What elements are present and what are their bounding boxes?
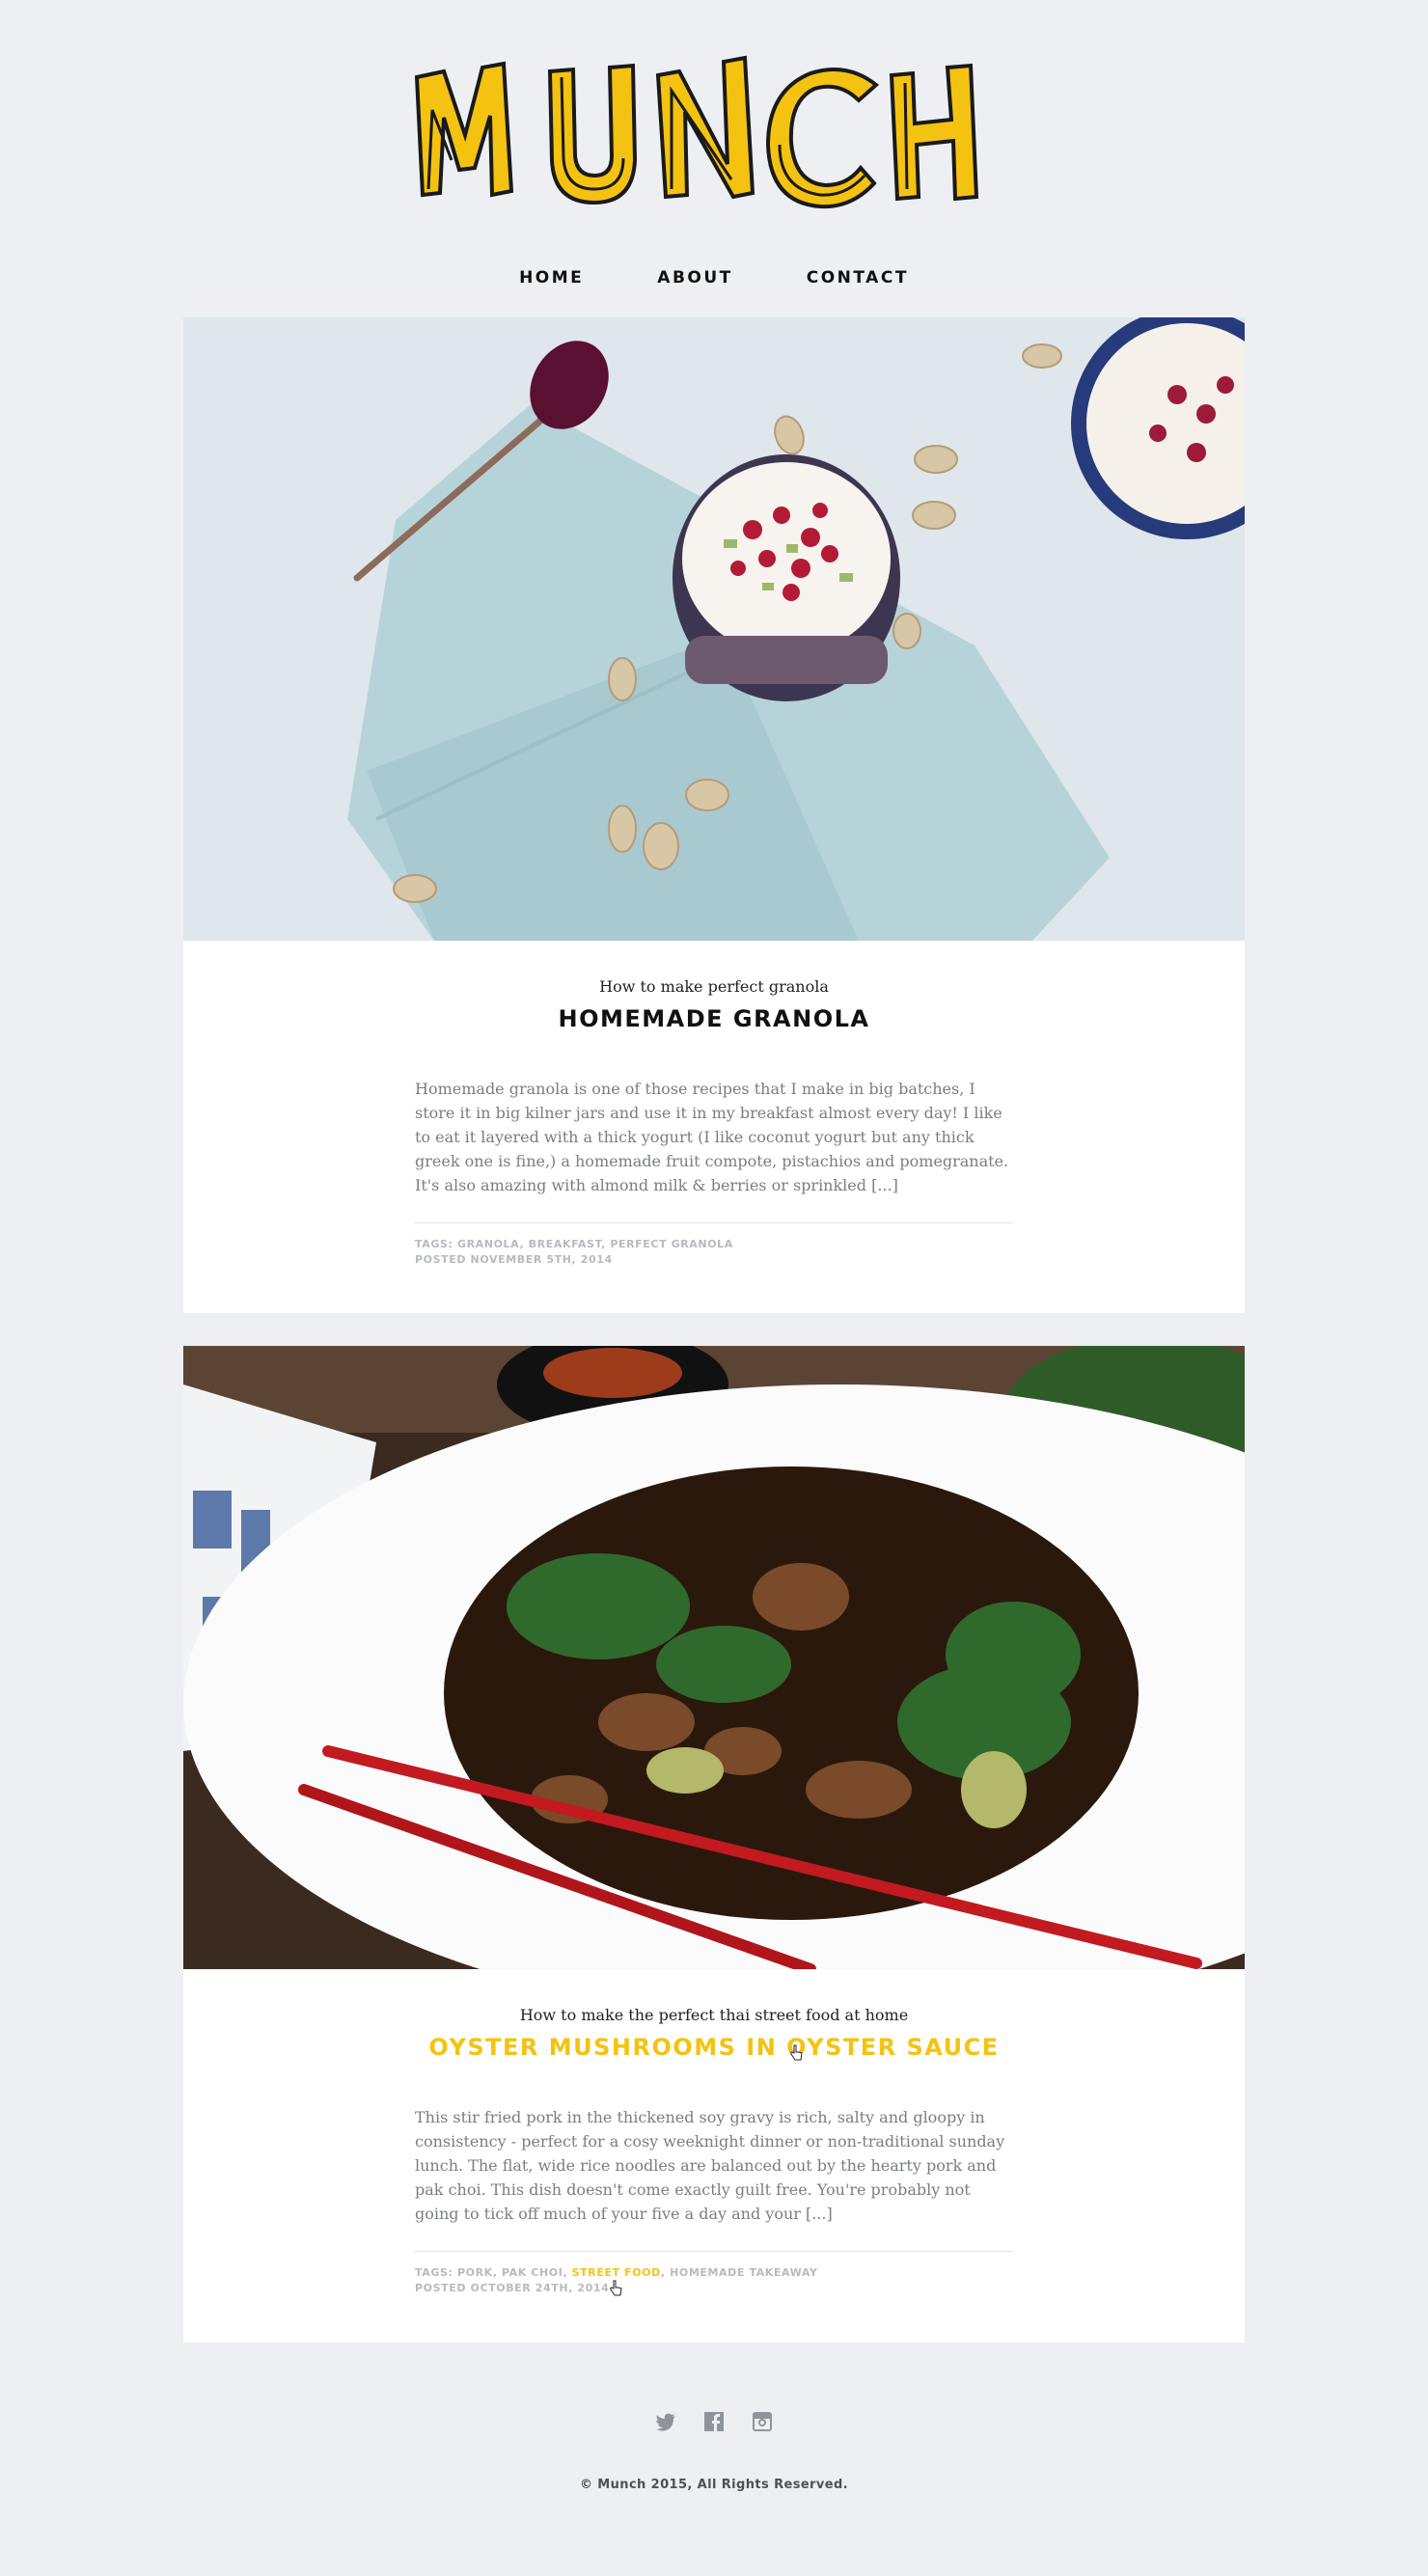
logo[interactable] [0,48,1428,222]
facebook-icon[interactable] [702,2410,726,2433]
post-meta: TAGS: PORK, PAK CHOI, STREET FOOD, HOMEM… [415,2265,1013,2296]
main-nav: HOME ABOUT CONTACT [0,268,1428,288]
post-title[interactable]: OYSTER MUSHROOMS IN OYSTER SAUCE [183,2034,1245,2061]
post-date: POSTED OCTOBER 24TH, 2014 [415,2282,610,2294]
tag-link[interactable]: HOMEMADE TAKEAWAY [670,2266,817,2279]
post-divider [415,2251,1013,2252]
post-divider [415,1222,1013,1223]
nav-home-link[interactable]: HOME [519,268,584,288]
stir-fry-plate-photo [183,1346,1245,1969]
tag-link[interactable]: PORK [457,2266,493,2279]
post-card-oyster-mushrooms: How to make the perfect thai street food… [183,1346,1245,2343]
footer-copyright: © Munch 2015, All Rights Reserved. [579,2478,849,2492]
tags-label: TAGS: [415,1238,453,1250]
post-tags: TAGS: GRANOLA, BREAKFAST, PERFECT GRANOL… [415,1238,733,1250]
post-title[interactable]: HOMEMADE GRANOLA [183,1005,1245,1032]
post-body: How to make the perfect thai street food… [183,1969,1245,2296]
post-date: POSTED NOVEMBER 5TH, 2014 [415,1253,613,1266]
tag-link[interactable]: GRANOLA [457,1238,520,1250]
post-image-granola[interactable] [183,317,1245,941]
tag-link[interactable]: BREAKFAST [529,1238,601,1250]
tag-link[interactable]: STREET FOOD [572,2266,661,2279]
post-excerpt: Homemade granola is one of those recipes… [415,1080,1009,1194]
munch-logo-icon [414,55,979,209]
post-excerpt: This stir fried pork in the thickened so… [415,2108,1005,2223]
hand-cursor-icon [790,2044,803,2061]
post-subtitle: How to make perfect granola [599,977,829,996]
social-links [0,2410,1428,2433]
nav-contact-link[interactable]: CONTACT [807,268,909,288]
granola-jar-photo [183,317,1245,941]
twitter-icon[interactable] [654,2410,677,2433]
tags-label: TAGS: [415,2266,453,2279]
post-image-oyster-mushrooms[interactable] [183,1346,1245,1969]
nav-about-link[interactable]: ABOUT [657,268,732,288]
tag-link[interactable]: PERFECT GRANOLA [610,1238,733,1250]
tag-link[interactable]: PAK CHOI [502,2266,563,2279]
hand-cursor-icon [610,2280,622,2296]
post-tags: TAGS: PORK, PAK CHOI, STREET FOOD, HOMEM… [415,2266,818,2279]
post-card-granola: How to make perfect granola HOMEMADE GRA… [183,317,1245,1313]
post-meta: TAGS: GRANOLA, BREAKFAST, PERFECT GRANOL… [415,1237,1013,1268]
instagram-icon[interactable] [751,2410,774,2433]
post-subtitle: How to make the perfect thai street food… [519,2006,909,2024]
post-body: How to make perfect granola HOMEMADE GRA… [183,941,1245,1268]
